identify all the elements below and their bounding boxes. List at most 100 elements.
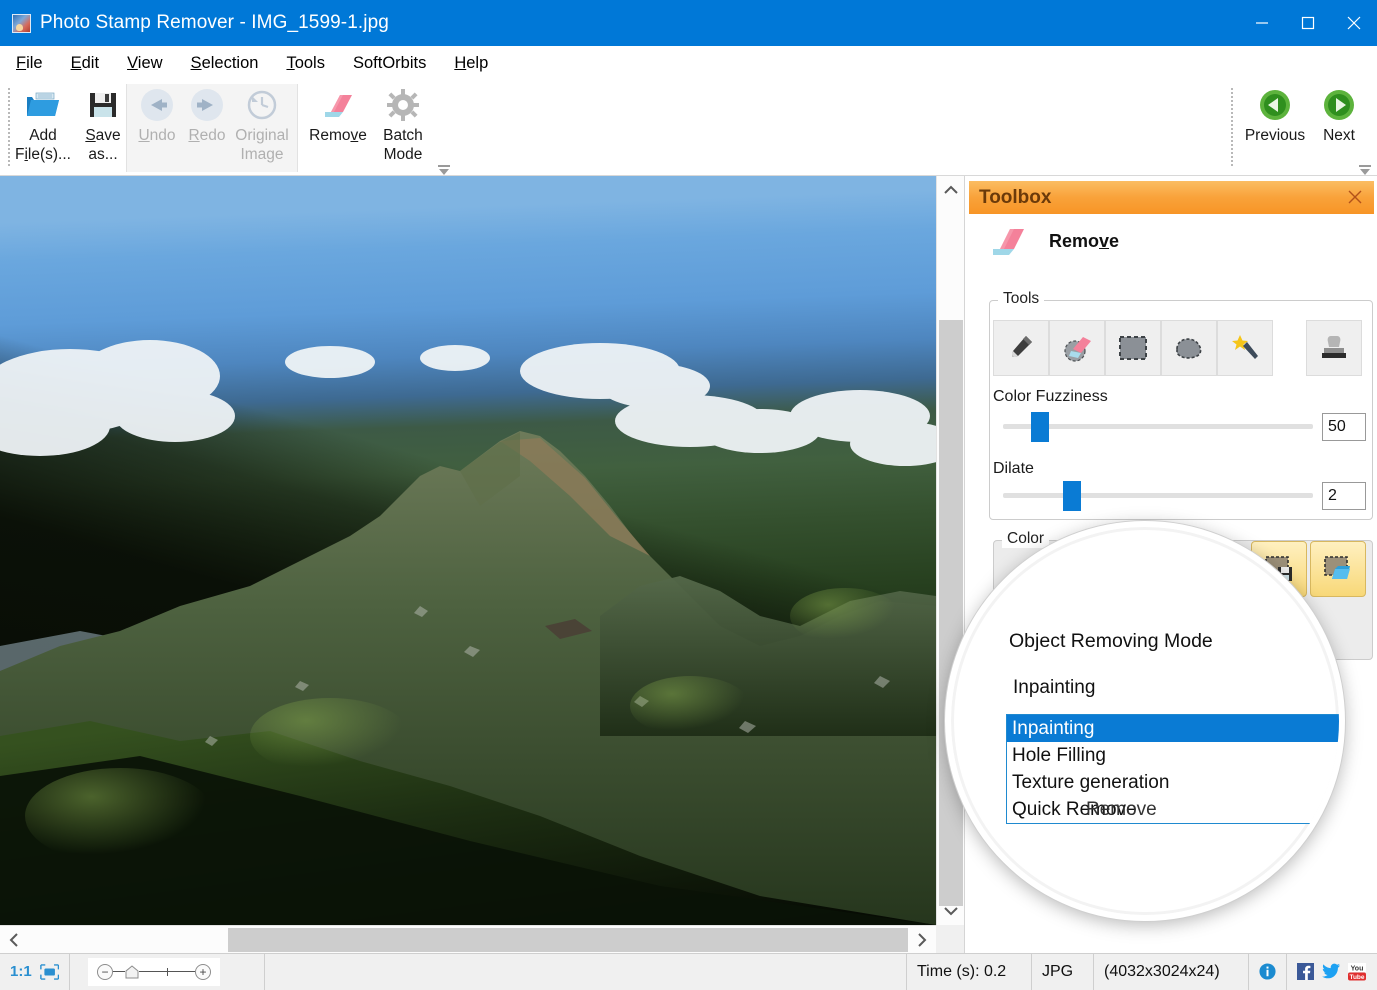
horizontal-scrollbar-thumb[interactable] xyxy=(228,928,908,952)
stamp-tool-button[interactable] xyxy=(1306,320,1362,376)
tools-row xyxy=(993,320,1273,376)
dropdown-option-texture-generation[interactable]: Texture generation xyxy=(1007,769,1340,796)
twitter-icon[interactable] xyxy=(1321,963,1340,980)
remove-button[interactable]: Remove xyxy=(302,84,374,172)
image-canvas[interactable]: SHOT ON MI 9T AI TRIPLE CAMERA xyxy=(0,176,936,925)
undo-label: Undo xyxy=(138,126,175,145)
menu-item-selection[interactable]: Selection xyxy=(189,52,261,75)
color-fuzziness-value[interactable]: 50 xyxy=(1322,413,1366,441)
add-files-label-2: File(s)... xyxy=(15,145,71,164)
batch-mode-label-1: Batch xyxy=(383,126,423,145)
object-removing-mode-dropdown[interactable]: Inpainting Hole Filling Texture generati… xyxy=(1006,714,1341,824)
menu-bar: FFileile Edit View Selection Tools SoftO… xyxy=(0,46,1377,80)
maximize-button[interactable] xyxy=(1285,0,1331,46)
status-spacer xyxy=(265,954,907,990)
color-fuzziness-slider[interactable] xyxy=(1003,424,1313,429)
zoom-ratio-cell: 1:1 xyxy=(0,954,70,990)
stamp-icon xyxy=(1319,333,1349,363)
toolbox-header: Toolbox xyxy=(969,181,1374,214)
dilate-slider-thumb[interactable] xyxy=(1063,481,1081,511)
window-controls xyxy=(1239,0,1377,46)
scroll-right-chevron-right-icon[interactable] xyxy=(908,926,936,954)
previous-label: Previous xyxy=(1245,126,1305,145)
rectangle-select-tool-button[interactable] xyxy=(1105,320,1161,376)
zoom-out-icon[interactable]: − xyxy=(97,964,113,980)
status-bar: 1:1 − + Time (s): 0.2 JPG (4032x3024x24) xyxy=(0,953,1377,989)
object-removing-mode-current-value[interactable]: Inpainting xyxy=(1013,677,1095,699)
original-image-label-1: Original xyxy=(235,126,288,145)
clock-history-icon xyxy=(245,84,279,126)
undo-icon xyxy=(140,84,174,126)
batch-mode-button[interactable]: Batch Mode xyxy=(368,84,438,172)
toolbar: Add File(s)... Save as... Undo xyxy=(0,80,1377,176)
menu-item-softorbits[interactable]: SoftOrbits xyxy=(351,52,428,75)
dilate-slider[interactable] xyxy=(1003,493,1313,498)
toolbar-overflow-chevron-down-icon[interactable] xyxy=(437,163,451,175)
svg-text:Tube: Tube xyxy=(1349,974,1364,981)
color-fuzziness-slider-thumb[interactable] xyxy=(1031,412,1049,442)
scroll-up-chevron-up-icon[interactable] xyxy=(937,176,965,204)
eraser-icon-large xyxy=(987,224,1027,258)
magnified-remove-button-label: Remove xyxy=(1086,799,1157,821)
eraser-icon xyxy=(320,84,356,126)
horizontal-scrollbar[interactable] xyxy=(0,925,936,953)
window-title: Photo Stamp Remover - IMG_1599-1.jpg xyxy=(40,12,389,34)
svg-text:You: You xyxy=(1351,965,1364,972)
add-files-icon xyxy=(25,84,61,126)
menu-item-help[interactable]: Help xyxy=(452,52,490,75)
menu-item-edit[interactable]: Edit xyxy=(69,52,101,75)
save-as-button[interactable]: Save as... xyxy=(72,84,134,172)
add-files-button[interactable]: Add File(s)... xyxy=(12,84,74,172)
save-as-label-2: as... xyxy=(88,145,117,164)
eraser-tool-icon xyxy=(1061,333,1093,363)
zoom-home-icon[interactable] xyxy=(125,965,139,979)
magic-wand-tool-button[interactable] xyxy=(1217,320,1273,376)
fit-to-window-icon[interactable] xyxy=(40,963,59,981)
remove-label: Remove xyxy=(309,126,367,145)
toolbar-grip xyxy=(8,88,10,168)
zoom-slider[interactable]: − + xyxy=(88,958,220,986)
magnifier-loupe: Object Removing Mode Inpainting Inpainti… xyxy=(945,521,1345,921)
save-icon xyxy=(88,84,118,126)
youtube-icon[interactable]: You Tube xyxy=(1347,963,1367,981)
lasso-select-tool-button[interactable] xyxy=(1161,320,1217,376)
facebook-icon[interactable] xyxy=(1297,963,1314,980)
dropdown-option-hole-filling[interactable]: Hole Filling xyxy=(1007,742,1340,769)
zoom-in-icon[interactable]: + xyxy=(195,964,211,980)
menu-item-tools[interactable]: Tools xyxy=(284,52,327,75)
original-image-label-2: Image xyxy=(240,145,283,164)
dilate-value[interactable]: 2 xyxy=(1322,482,1366,510)
redo-label: Redo xyxy=(188,126,225,145)
tools-group-label: Tools xyxy=(998,290,1044,308)
add-files-label-1: Add xyxy=(29,126,57,145)
menu-item-file[interactable]: FFileile xyxy=(14,52,45,75)
rectangle-select-icon xyxy=(1118,335,1148,361)
close-button[interactable] xyxy=(1331,0,1377,46)
file-format-label: JPG xyxy=(1032,954,1094,990)
toolbar-separator xyxy=(1231,88,1233,168)
original-image-button[interactable]: Original Image xyxy=(228,84,296,172)
eraser-tool-button[interactable] xyxy=(1049,320,1105,376)
next-button[interactable]: Next xyxy=(1311,84,1367,172)
batch-mode-label-2: Mode xyxy=(384,145,423,164)
info-button[interactable] xyxy=(1249,954,1287,990)
marker-tool-button[interactable] xyxy=(993,320,1049,376)
marker-icon xyxy=(1006,333,1036,363)
next-arrow-icon xyxy=(1323,84,1355,126)
dropdown-option-inpainting[interactable]: Inpainting xyxy=(1007,715,1340,742)
zoom-ratio-label[interactable]: 1:1 xyxy=(10,963,32,980)
dropdown-option-quick-remove[interactable]: Quick Remove xyxy=(1007,796,1340,823)
previous-button[interactable]: Previous xyxy=(1243,84,1307,172)
toolbar-overflow-chevron-down-icon-2[interactable] xyxy=(1358,163,1372,175)
photo-overlay xyxy=(0,176,936,925)
scroll-left-chevron-left-icon[interactable] xyxy=(0,926,28,954)
info-icon xyxy=(1259,962,1276,981)
title-bar: Photo Stamp Remover - IMG_1599-1.jpg xyxy=(0,0,1377,46)
toolbox-close-icon[interactable] xyxy=(1344,186,1366,208)
minimize-button[interactable] xyxy=(1239,0,1285,46)
app-photo-icon xyxy=(12,14,31,33)
redo-icon xyxy=(190,84,224,126)
image-dimensions-label: (4032x3024x24) xyxy=(1094,954,1249,990)
menu-item-view[interactable]: View xyxy=(125,52,164,75)
zoom-slider-cell: − + xyxy=(70,954,265,990)
